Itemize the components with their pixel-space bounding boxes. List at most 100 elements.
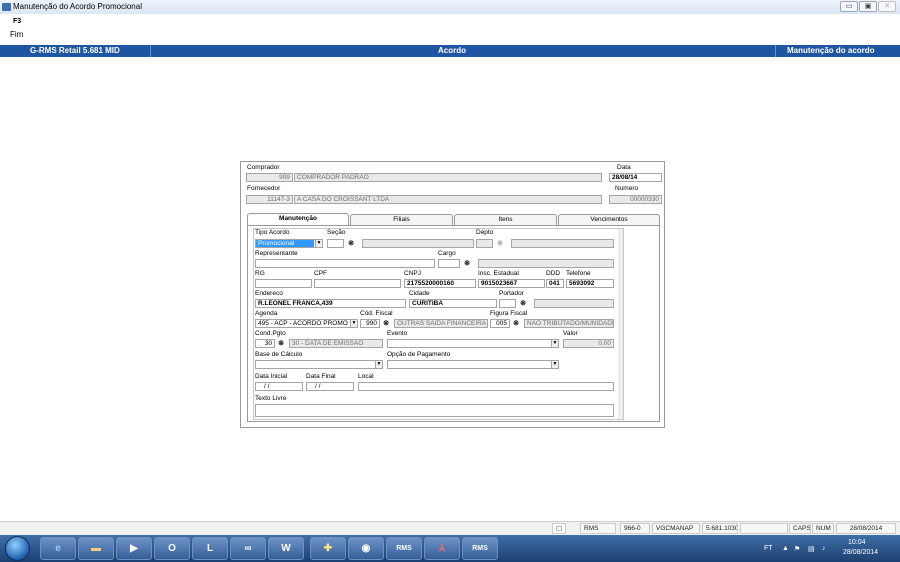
dropdown-arrow-icon[interactable]: ▼ bbox=[350, 320, 357, 327]
insc-estadual-label: Insc. Estadual bbox=[478, 270, 519, 277]
tray-language[interactable]: FT bbox=[764, 545, 773, 552]
texto-livre-label: Texto Livre bbox=[255, 395, 287, 402]
cond-pgto-label: Cond.Pgto bbox=[255, 330, 286, 337]
dropdown-arrow-icon[interactable]: ▼ bbox=[551, 361, 558, 368]
cond-pgto-binoculars-icon[interactable]: ⊗ bbox=[276, 339, 286, 348]
data-final-label: Data Final bbox=[306, 373, 336, 380]
data-inicial-field[interactable]: / / bbox=[255, 382, 303, 391]
folder-icon[interactable]: ▬ bbox=[78, 537, 114, 560]
texto-livre-field[interactable] bbox=[255, 404, 614, 417]
tipo-acordo-select[interactable]: Promocional ▼ bbox=[255, 239, 323, 248]
acrobat-icon[interactable]: ⅄ bbox=[424, 537, 460, 560]
word-icon[interactable]: W bbox=[268, 537, 304, 560]
secao-label: Seção bbox=[327, 229, 346, 236]
status-module: RMS bbox=[580, 523, 616, 534]
fim-button[interactable]: Fim bbox=[10, 30, 23, 39]
section-title: Acordo bbox=[438, 46, 466, 55]
base-calculo-select[interactable]: ▼ bbox=[255, 360, 383, 369]
cnpj-label: CNPJ bbox=[404, 270, 421, 277]
status-date: 28/08/2014 bbox=[836, 523, 896, 534]
window-title: Manutenção do Acordo Promocional bbox=[13, 2, 142, 11]
endereco-label: Endereco bbox=[255, 290, 283, 297]
depto-binoculars-icon: ⊗ bbox=[497, 240, 503, 247]
figura-fiscal-field[interactable]: 005 bbox=[490, 319, 510, 328]
opcao-pagamento-select[interactable]: ▼ bbox=[387, 360, 559, 369]
figura-fiscal-desc-field: NAO TRIBUTADO/MUNIDADE bbox=[524, 319, 614, 328]
numero-label: Numero bbox=[615, 185, 639, 192]
secao-binoculars-icon[interactable]: ⊗ bbox=[346, 239, 356, 248]
evento-select[interactable]: ▼ bbox=[387, 339, 559, 348]
remote-icon[interactable]: ◉ bbox=[348, 537, 384, 560]
header-band: G-RMS Retail 5.681 MID Acordo Manutenção… bbox=[0, 45, 900, 57]
base-calculo-label: Base de Cálculo bbox=[255, 351, 303, 358]
numero-field: 00000330 bbox=[609, 195, 662, 204]
cidade-field[interactable]: CURITIBA bbox=[409, 299, 497, 308]
cnpj-field[interactable]: 2175520000160 bbox=[404, 279, 476, 288]
status-caps: CAPS bbox=[789, 523, 811, 534]
portador-field[interactable] bbox=[499, 299, 516, 308]
portador-binoculars-icon[interactable]: ⊗ bbox=[518, 299, 528, 308]
depto-label: Depto bbox=[476, 229, 494, 236]
minimize-button[interactable]: ▭ bbox=[840, 1, 858, 12]
valor-label: Valor bbox=[563, 330, 578, 337]
local-field[interactable] bbox=[358, 382, 614, 391]
tab-itens[interactable]: Itens bbox=[454, 214, 557, 225]
agenda-label: Agenda bbox=[255, 310, 278, 317]
dropdown-arrow-icon[interactable]: ▼ bbox=[375, 361, 382, 368]
cond-pgto-field[interactable]: 30 bbox=[255, 339, 275, 348]
tab-manutencao[interactable]: Manutenção bbox=[247, 213, 349, 225]
representante-field[interactable] bbox=[255, 259, 435, 268]
app-name: G-RMS Retail 5.681 MID bbox=[30, 46, 120, 55]
dropdown-arrow-icon[interactable]: ▼ bbox=[551, 340, 558, 347]
tab-filiais[interactable]: Filiais bbox=[350, 214, 453, 225]
lync-icon[interactable]: L bbox=[192, 537, 228, 560]
status-num: NUM bbox=[812, 523, 834, 534]
cpf-field[interactable] bbox=[314, 279, 401, 288]
maximize-button[interactable]: ▣ bbox=[859, 1, 877, 12]
data-inicial-label: Data Inicial bbox=[255, 373, 288, 380]
tab-vencimentos[interactable]: Vencimentos bbox=[558, 214, 660, 225]
ddd-field[interactable]: 041 bbox=[546, 279, 564, 288]
media-icon[interactable]: ▶ bbox=[116, 537, 152, 560]
data-final-field[interactable]: / / bbox=[306, 382, 354, 391]
endereco-field[interactable]: R.LEONEL FRANCA,439 bbox=[255, 299, 406, 308]
tray-flag-icon[interactable]: ⚑ bbox=[794, 545, 800, 553]
data-field[interactable]: 28/08/14 bbox=[609, 173, 662, 182]
dropdown-arrow-icon[interactable]: ▼ bbox=[315, 240, 322, 247]
rms-app-button-2[interactable]: RMS bbox=[462, 537, 498, 560]
secao-field[interactable] bbox=[327, 239, 344, 248]
ie-icon[interactable]: e bbox=[40, 537, 76, 560]
tray-network-icon[interactable]: ▤ bbox=[808, 545, 815, 553]
rms-app-button-1[interactable]: RMS bbox=[386, 537, 422, 560]
comprador-name-field: COMPRADOR PADRAO bbox=[294, 173, 602, 182]
telefone-field[interactable]: 5693092 bbox=[566, 279, 614, 288]
f3-key[interactable]: F3 bbox=[13, 18, 21, 25]
cidade-label: Cidade bbox=[409, 290, 430, 297]
insc-estadual-field[interactable]: 9015023667 bbox=[478, 279, 545, 288]
close-button[interactable]: ✕ bbox=[878, 1, 896, 12]
portador-label: Portador bbox=[499, 290, 524, 297]
secao-desc-field bbox=[362, 239, 474, 248]
agenda-select[interactable]: 495 - ACP - ACORDO PROMO ▼ bbox=[255, 319, 358, 328]
figura-fiscal-binoculars-icon[interactable]: ⊗ bbox=[511, 319, 521, 328]
add-app-icon[interactable]: ✚ bbox=[310, 537, 346, 560]
cargo-binoculars-icon[interactable]: ⊗ bbox=[462, 259, 472, 268]
fornecedor-name-field: A CASA DO CROISSANT LTDA bbox=[294, 195, 602, 204]
rg-field[interactable] bbox=[255, 279, 312, 288]
cod-fiscal-binoculars-icon[interactable]: ⊗ bbox=[381, 319, 391, 328]
outlook-icon[interactable]: O bbox=[154, 537, 190, 560]
status-bar: ▢ RMS 966-0 VGCMANAP 5.681.1030 CAPS NUM… bbox=[0, 521, 900, 535]
panel-scrollbar[interactable] bbox=[618, 229, 623, 419]
infinity-app-icon[interactable]: ∞ bbox=[230, 537, 266, 560]
cargo-field[interactable] bbox=[438, 259, 460, 268]
tray-date[interactable]: 28/08/2014 bbox=[843, 549, 878, 556]
app-icon bbox=[2, 3, 11, 11]
tray-volume-icon[interactable]: ♪ bbox=[822, 545, 826, 552]
cod-fiscal-label: Cód. Fiscal bbox=[360, 310, 393, 317]
cod-fiscal-field[interactable]: 990 bbox=[360, 319, 380, 328]
tray-time[interactable]: 10:04 bbox=[848, 539, 866, 546]
cargo-label: Cargo bbox=[438, 250, 456, 257]
tray-expand-icon[interactable]: ▲ bbox=[782, 545, 789, 552]
cpf-label: CPF bbox=[314, 270, 327, 277]
windows-start-icon[interactable] bbox=[5, 536, 30, 561]
